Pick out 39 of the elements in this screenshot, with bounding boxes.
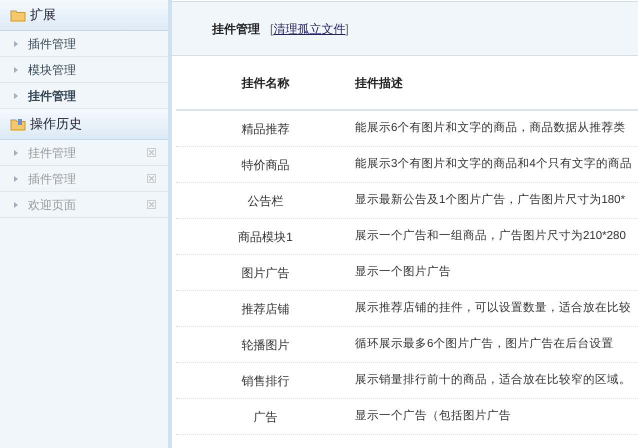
- table-cell-text: 轮播图片: [240, 336, 290, 354]
- sidebar-item[interactable]: 模块管理: [0, 57, 168, 83]
- triangle-icon: [14, 40, 18, 46]
- table-cell-text: 商品模块1: [237, 228, 294, 246]
- folder-icon: [10, 8, 26, 22]
- table-cell-text: 推荐店铺: [240, 300, 290, 318]
- table-cell-text: 精品推荐: [240, 120, 290, 138]
- table-cell-text: 公告栏: [246, 192, 284, 210]
- table-cell-text: 广告: [252, 408, 278, 426]
- close-icon[interactable]: [147, 174, 156, 183]
- triangle-icon: [14, 202, 18, 208]
- triangle-icon: [14, 150, 18, 156]
- table-cell-text: 循环展示最多6个图片广告，图片广告在后台设置: [355, 336, 614, 352]
- cleanup-link[interactable]: 清理孤立文件: [273, 20, 346, 38]
- table-cell-text: 销售排行: [240, 372, 290, 390]
- folder-icon: [10, 118, 26, 130]
- section-title: 扩展: [30, 6, 56, 24]
- table-cell-text: 展示销量排行前十的商品，适合放在比较窄的区域。: [355, 372, 631, 388]
- triangle-icon: [14, 92, 18, 98]
- bracket: [: [270, 20, 274, 38]
- table-cell-text: 能展示6个有图片和文字的商品，商品数据从推荐类: [355, 120, 626, 136]
- table-cell-text: 图片广告: [240, 264, 290, 282]
- close-icon[interactable]: [147, 200, 156, 209]
- table-cell-text: 展示一个广告和一组商品，广告图片尺寸为210*280: [355, 228, 626, 244]
- table-cell-text: 显示一个图片广告: [355, 264, 451, 280]
- sidebar-item[interactable]: 插件管理: [0, 31, 168, 57]
- column-header: 挂件描述: [355, 74, 403, 92]
- table-cell-text: 能展示3个有图片和文字的商品和4个只有文字的商品: [355, 156, 632, 172]
- column-header: 挂件名称: [240, 74, 290, 92]
- table-cell-text: 展示推荐店铺的挂件，可以设置数量，适合放在比较: [355, 300, 631, 316]
- close-icon[interactable]: [147, 148, 156, 157]
- triangle-icon: [14, 176, 18, 182]
- section-title: 操作历史: [30, 115, 82, 134]
- triangle-icon: [14, 66, 18, 72]
- table-cell-text: 显示一个广告（包括图片广告: [355, 408, 511, 424]
- bracket: ]: [345, 20, 349, 38]
- table-cell-text: 特价商品: [240, 156, 290, 174]
- page-title: 挂件管理: [212, 20, 260, 38]
- table-cell-text: 显示最新公告及1个图片广告，广告图片尺寸为180*: [355, 192, 626, 208]
